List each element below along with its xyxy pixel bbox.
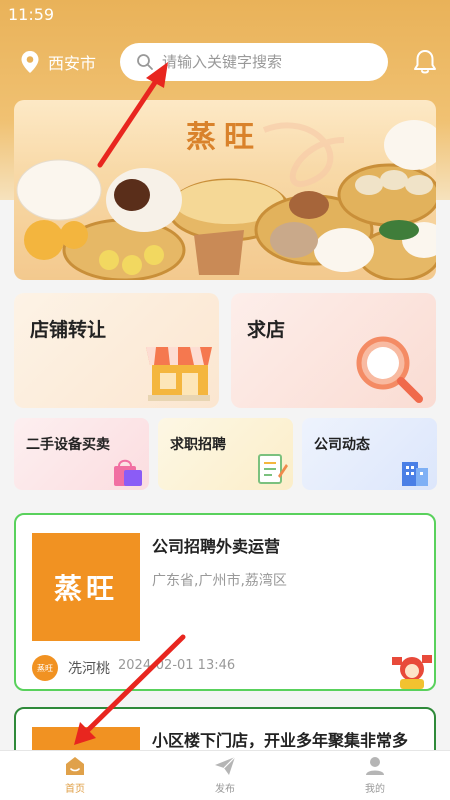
tab-home[interactable]: 首页	[0, 751, 150, 800]
listing-title: 公司招聘外卖运营	[152, 537, 281, 556]
listing-date: 2024-02-01 13:46	[118, 658, 236, 673]
user-icon	[366, 757, 384, 775]
listing-card[interactable]: 蒸旺 公司招聘外卖运营 广东省,广州市,荔湾区 蒸旺 冼河桃 2024-02-0…	[14, 513, 436, 691]
building-icon	[402, 462, 428, 486]
send-icon	[215, 756, 236, 775]
bottom-tab-bar: 首页 发布 我的	[0, 750, 450, 800]
tab-publish-label: 发布	[215, 784, 235, 795]
shopping-bag-icon	[114, 459, 142, 486]
second-hand-card[interactable]: 二手设备买卖	[14, 418, 149, 490]
listing-thumbnail: 蒸旺	[32, 533, 140, 641]
location-label: 西安市	[48, 54, 97, 73]
search-icon	[137, 54, 153, 70]
company-news-card[interactable]: 公司动态	[302, 418, 437, 490]
listing-author: 冼河桃	[68, 661, 110, 677]
company-news-label: 公司动态	[314, 437, 370, 453]
resume-icon	[258, 454, 288, 484]
second-hand-label: 二手设备买卖	[26, 437, 110, 453]
tab-publish[interactable]: 发布	[150, 751, 300, 800]
magnifier-icon	[356, 336, 423, 403]
location-pin-icon	[21, 51, 39, 73]
shop-transfer-card[interactable]: 店铺转让	[14, 293, 219, 408]
promo-banner[interactable]: 蒸旺	[14, 100, 436, 280]
mascot-icon[interactable]	[388, 651, 436, 691]
jobs-card[interactable]: 求职招聘	[158, 418, 293, 490]
banner-food-illustration	[16, 120, 436, 280]
listing-title: 小区楼下门店，开业多年聚集非常多	[152, 731, 409, 750]
seek-shop-label: 求店	[247, 319, 286, 341]
thumbnail-brand-text: 蒸旺	[53, 572, 118, 605]
shop-transfer-label: 店铺转让	[30, 319, 107, 341]
storefront-icon	[146, 347, 212, 401]
listing-location: 广东省,广州市,荔湾区	[152, 573, 287, 589]
search-input[interactable]	[162, 53, 372, 71]
avatar: 蒸旺	[32, 655, 58, 681]
home-icon	[66, 757, 84, 775]
top-header: 西安市	[0, 40, 450, 84]
jobs-label: 求职招聘	[170, 437, 226, 453]
search-bar[interactable]	[120, 43, 388, 81]
tab-mine-label: 我的	[365, 784, 385, 795]
location-selector[interactable]: 西安市	[20, 50, 120, 74]
tab-mine[interactable]: 我的	[300, 751, 450, 800]
status-bar: 11:59	[0, 0, 450, 28]
bell-icon[interactable]	[412, 49, 438, 75]
tab-home-label: 首页	[65, 784, 85, 795]
status-time: 11:59	[8, 4, 55, 24]
seek-shop-card[interactable]: 求店	[231, 293, 436, 408]
